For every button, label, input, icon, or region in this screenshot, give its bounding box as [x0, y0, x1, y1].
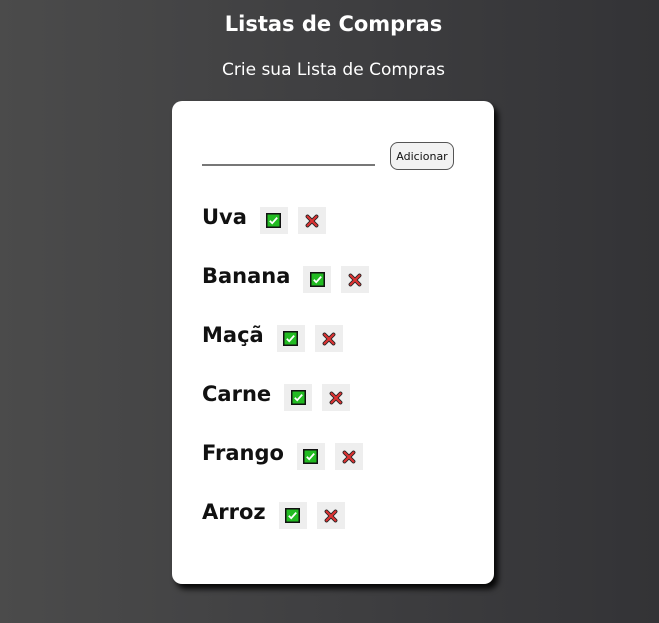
list-item: Maçã [202, 318, 379, 377]
remove-button[interactable] [316, 502, 345, 529]
check-button[interactable] [303, 266, 332, 293]
check-icon [266, 213, 282, 228]
item-name: Arroz [202, 500, 266, 524]
page-subtitle: Crie sua Lista de Compras [222, 60, 445, 80]
check-icon [283, 331, 299, 346]
remove-button[interactable] [314, 325, 343, 352]
list-item: Banana [202, 259, 379, 318]
check-icon [285, 508, 301, 523]
page-title: Listas de Compras [224, 12, 443, 36]
item-name: Frango [202, 441, 284, 465]
shopping-list-card: Adicionar Uva Banana Maçã Carne Frango A… [172, 101, 494, 584]
remove-button[interactable] [322, 384, 351, 411]
check-button[interactable] [284, 384, 313, 411]
item-name: Banana [202, 264, 291, 288]
list-item: Uva [202, 200, 379, 259]
item-name: Maçã [202, 323, 264, 347]
cross-icon [349, 273, 362, 286]
remove-button[interactable] [341, 266, 370, 293]
check-button[interactable] [296, 443, 325, 470]
item-name: Uva [202, 205, 247, 229]
new-item-input[interactable] [202, 146, 375, 166]
check-button[interactable] [259, 207, 288, 234]
check-icon [309, 272, 325, 287]
cross-icon [329, 391, 343, 404]
remove-button[interactable] [334, 443, 363, 470]
list-item: Frango [202, 436, 379, 495]
list-item: Arroz [202, 495, 379, 554]
remove-button[interactable] [297, 207, 326, 234]
cross-icon [324, 509, 338, 522]
check-button[interactable] [276, 325, 305, 352]
cross-icon [342, 450, 356, 463]
list-item: Carne [202, 377, 379, 436]
check-icon [303, 449, 319, 464]
add-button[interactable]: Adicionar [390, 142, 454, 170]
shopping-list: Uva Banana Maçã Carne Frango Arroz [202, 200, 379, 554]
check-button[interactable] [278, 502, 307, 529]
cross-icon [322, 332, 336, 345]
cross-icon [305, 214, 319, 227]
check-icon [290, 390, 306, 405]
item-name: Carne [202, 382, 272, 406]
